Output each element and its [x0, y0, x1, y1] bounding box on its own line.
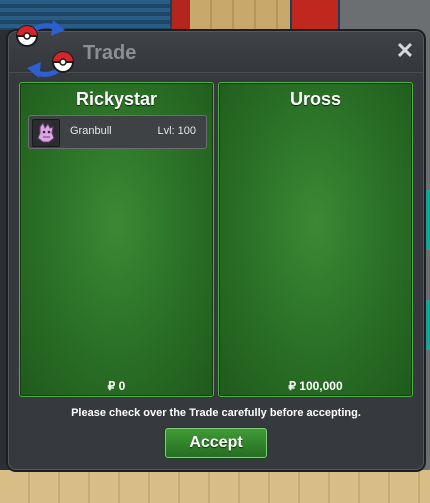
right-trade-panel: Uross ₽ 100,000: [218, 82, 413, 397]
item-level: Lvl: 100: [157, 125, 196, 137]
trade-notice: Please check over the Trade carefully be…: [71, 407, 361, 419]
trade-window: Trade ✕ Rickystar Granbull Lvl: 100 ₽ 0 …: [8, 20, 424, 470]
background-floor-bottom: [0, 470, 430, 503]
background-red-door: [292, 0, 338, 30]
background-wood-floor: [190, 0, 290, 30]
granbull-sprite-icon: [32, 119, 60, 147]
trade-item[interactable]: Granbull Lvl: 100: [28, 115, 207, 149]
window-title: Trade: [83, 42, 137, 64]
close-button[interactable]: ✕: [395, 40, 415, 62]
background-red-pillar: [172, 0, 190, 30]
right-money: ₽ 100,000: [288, 379, 343, 393]
item-name: Granbull: [70, 125, 112, 137]
trade-icon: [16, 20, 74, 78]
left-trade-panel: Rickystar Granbull Lvl: 100 ₽ 0: [19, 82, 214, 397]
left-player-name: Rickystar: [75, 89, 158, 109]
accept-button[interactable]: Accept: [165, 428, 267, 458]
right-player-name: Uross: [289, 89, 342, 109]
left-money: ₽ 0: [107, 379, 126, 393]
